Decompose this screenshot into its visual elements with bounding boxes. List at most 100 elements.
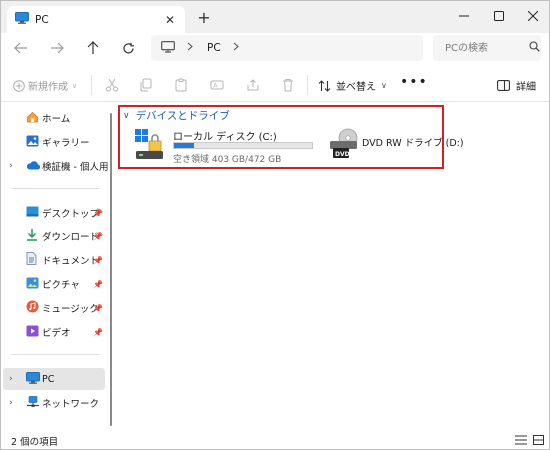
sidebar-item-label: ピクチャ (42, 280, 80, 291)
rename-icon[interactable]: A (209, 77, 225, 93)
search-input[interactable] (443, 41, 527, 55)
chevron-right-icon[interactable]: › (9, 374, 13, 384)
details-pane-icon (497, 80, 510, 91)
sidebar-scrollbar[interactable] (110, 113, 112, 426)
dvd-badge: DVD (335, 151, 350, 158)
sidebar-item-label: 検証機 - 個人用 (42, 162, 109, 173)
breadcrumb-chevron-icon[interactable] (187, 42, 193, 54)
status-bar: 2 個の項目 (1, 432, 549, 449)
breadcrumb-chevron-icon[interactable] (233, 42, 239, 54)
navigation-bar: PC (1, 33, 549, 63)
chevron-right-icon[interactable]: › (9, 161, 13, 171)
forward-button[interactable] (47, 39, 67, 57)
plus-circle-icon (13, 79, 25, 92)
new-tab-button[interactable]: + (194, 8, 214, 27)
tiles-view-icon[interactable] (533, 435, 544, 448)
up-button[interactable] (83, 39, 103, 57)
monitor-icon (15, 12, 29, 27)
sort-label: 並べ替え (336, 82, 376, 93)
breadcrumb-pc[interactable]: PC (207, 42, 221, 54)
devices-group-header[interactable]: ∨ デバイスとドライブ (123, 108, 230, 123)
sidebar-item-label: デスクトップ (42, 209, 100, 220)
details-pane-button[interactable]: 詳細 (497, 78, 536, 93)
drive-c-name: ローカル ディスク (C:) (173, 132, 277, 143)
details-view-icon[interactable] (515, 435, 527, 448)
sidebar-divider (11, 188, 99, 189)
minimize-button[interactable] (447, 1, 481, 31)
sidebar-item-onedrive[interactable]: › 検証機 - 個人用 (1, 155, 109, 177)
sidebar-item-label: ホーム (42, 114, 71, 125)
chevron-down-icon[interactable]: ∨ (123, 111, 130, 121)
music-icon (26, 300, 39, 316)
refresh-button[interactable] (118, 39, 138, 57)
pin-icon[interactable]: 📌 (93, 232, 103, 241)
toolbar-divider (307, 75, 308, 95)
sort-button[interactable]: 並べ替え ∨ (318, 78, 387, 93)
copy-icon[interactable] (138, 77, 154, 93)
download-icon (26, 228, 38, 244)
drive-c-free-space: 空き領域 403 GB/472 GB (173, 155, 282, 165)
sidebar-item-gallery[interactable]: ギャラリー (1, 131, 105, 153)
share-icon[interactable] (245, 77, 261, 93)
drive-c-item[interactable]: ローカル ディスク (C:) 空き領域 403 GB/472 GB (133, 127, 317, 165)
sidebar-item-documents[interactable]: ドキュメント 📌 (1, 249, 105, 271)
desktop-folder-icon (26, 206, 39, 220)
more-options-button[interactable]: ••• (400, 74, 428, 90)
sidebar-item-pc[interactable]: › PC (3, 368, 105, 390)
chevron-down-icon: ∨ (72, 81, 78, 90)
navigation-pane: ホーム ギャラリー › 検証機 - 個人用 デスクトップ 📌 ダウンロード 📌 … (1, 102, 109, 432)
refresh-icon (122, 42, 134, 53)
pin-icon[interactable]: 📌 (93, 256, 103, 265)
pin-icon[interactable]: 📌 (93, 328, 103, 337)
sidebar-item-videos[interactable]: ビデオ 📌 (1, 321, 105, 343)
sort-icon (318, 79, 331, 92)
pin-icon[interactable]: 📌 (93, 280, 103, 289)
group-title: デバイスとドライブ (135, 110, 230, 122)
pc-icon (26, 371, 40, 387)
sidebar-item-network[interactable]: › ネットワーク (1, 392, 105, 414)
videos-icon (26, 325, 39, 340)
delete-icon[interactable] (280, 77, 296, 93)
toolbar-divider (91, 75, 92, 95)
new-button-label: 新規作成 (28, 82, 68, 93)
paste-icon[interactable] (173, 77, 189, 93)
command-bar: 新規作成 ∨ A 並べ替え ∨ ••• 詳細 (1, 69, 549, 102)
chevron-right-icon[interactable]: › (9, 398, 13, 408)
sidebar-item-label: ドキュメント (42, 256, 100, 267)
maximize-button[interactable] (482, 1, 516, 31)
sidebar-item-label: ミュージック (42, 304, 99, 315)
tab-title: PC (35, 13, 49, 26)
network-icon (26, 395, 40, 411)
pictures-icon (26, 277, 39, 292)
address-bar[interactable]: PC (151, 35, 423, 61)
drive-c-usage-fill (174, 143, 195, 148)
arrow-up-icon (87, 41, 99, 54)
arrow-right-icon (51, 42, 64, 54)
chevron-down-icon: ∨ (381, 81, 387, 90)
home-icon (26, 111, 39, 126)
tab-close-icon[interactable]: ✕ (161, 13, 179, 27)
item-count: 2 個の項目 (11, 437, 59, 448)
sidebar-item-desktop[interactable]: デスクトップ 📌 (1, 202, 105, 224)
drive-d-name: DVD RW ドライブ (D:) (362, 138, 464, 149)
search-box[interactable] (433, 35, 541, 61)
search-icon[interactable] (529, 41, 540, 55)
sidebar-item-home[interactable]: ホーム (1, 107, 105, 129)
sidebar-item-music[interactable]: ミュージック 📌 (1, 297, 105, 319)
sidebar-item-downloads[interactable]: ダウンロード 📌 (1, 225, 105, 247)
drive-d-item[interactable]: DVD DVD RW ドライブ (D:) (329, 127, 464, 165)
sidebar-item-label: ビデオ (42, 328, 71, 339)
new-button[interactable]: 新規作成 ∨ (13, 78, 77, 93)
close-window-button[interactable] (516, 1, 549, 31)
details-label: 詳細 (516, 82, 536, 93)
tab-pc[interactable]: PC ✕ (7, 6, 185, 33)
cut-icon[interactable] (104, 77, 120, 93)
sidebar-divider (11, 354, 99, 355)
sidebar-item-label: ネットワーク (42, 399, 100, 410)
back-button[interactable] (11, 39, 31, 57)
pin-icon[interactable]: 📌 (93, 209, 103, 218)
sidebar-item-pictures[interactable]: ピクチャ 📌 (1, 273, 105, 295)
windows-drive-icon (135, 129, 163, 159)
pin-icon[interactable]: 📌 (93, 304, 103, 313)
explorer-window: PC ✕ + PC PCの検索 新規作成 ∨ A 並べ替え ∨ ••• 詳細 ホ… (0, 0, 550, 450)
